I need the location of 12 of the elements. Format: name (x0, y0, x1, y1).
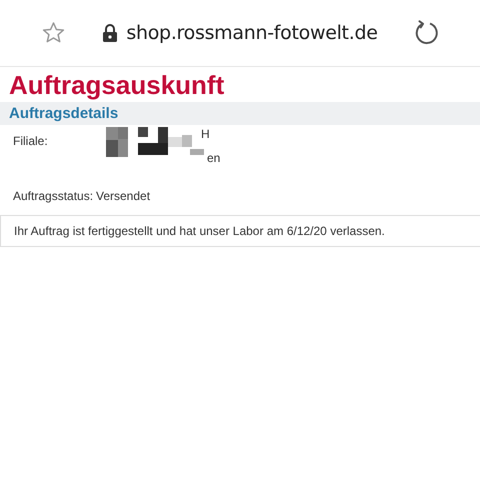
section-header: Auftragsdetails (0, 102, 480, 125)
field-value: Versendet (96, 188, 150, 205)
url-text[interactable]: shop.rossmann-fotowelt.de (126, 22, 378, 44)
reload-icon[interactable] (414, 20, 440, 46)
field-label: Auftragsstatus: (13, 188, 94, 205)
lock-icon (102, 24, 118, 42)
partial-text: en (207, 151, 220, 165)
star-icon[interactable] (41, 21, 66, 45)
status-message: Ihr Auftrag ist fertiggestellt und hat unser Labor am 6/12/20 verlassen. (0, 215, 480, 247)
field-label: Filiale: (13, 133, 49, 150)
partial-text: H (201, 127, 210, 141)
page-title: Auftragsauskunft (8, 69, 226, 100)
